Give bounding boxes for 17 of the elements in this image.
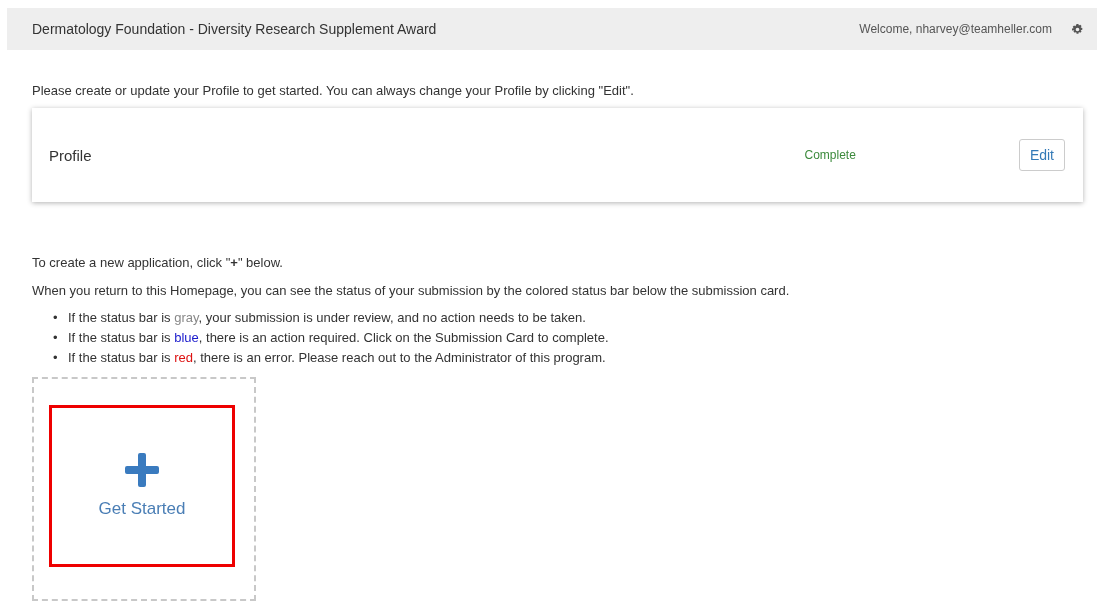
- get-started-button[interactable]: Get Started: [92, 447, 192, 525]
- page-title: Dermatology Foundation - Diversity Research Supplement Award: [32, 21, 438, 37]
- bullet: •: [53, 349, 59, 367]
- bullet: •: [53, 329, 59, 347]
- profile-status: Complete: [804, 148, 856, 162]
- instruction-text: To create a new application, click "+" below.: [32, 254, 284, 272]
- status-legend-text: If the status bar is red, there is an error. Please reach out to the Administrator of this program.: [68, 349, 606, 367]
- welcome-text: Welcome, nharvey@teamheller.com: [859, 22, 1052, 36]
- bullet: •: [53, 309, 59, 327]
- profile-label: Profile: [49, 146, 93, 164]
- instruction-text: When you return to this Homepage, you can see the status of your submission by the colored status bar below the submission card.: [32, 282, 791, 300]
- status-legend-text: If the status bar is blue, there is an action required. Click on the Submission Card to complete.: [68, 329, 609, 347]
- status-legend-text: If the status bar is gray, your submission is under review, and no action needs to be taken.: [68, 309, 586, 327]
- settings-icon[interactable]: [1072, 23, 1083, 35]
- intro-text: Please create or update your Profile to get started. You can always change your Profile by clicking "Edit".: [32, 83, 635, 98]
- edit-button[interactable]: Edit: [1018, 139, 1065, 171]
- plus-icon: [125, 453, 159, 487]
